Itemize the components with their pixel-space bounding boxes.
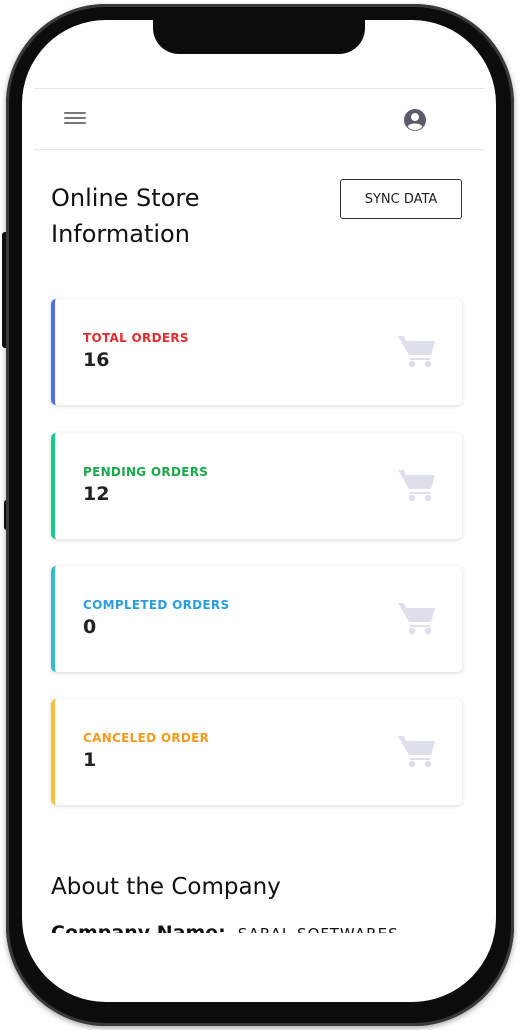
stat-card: CANCELED ORDER 1 [51,699,462,805]
account-circle-icon[interactable] [402,107,428,133]
sync-data-button[interactable]: SYNC DATA [340,179,462,219]
stat-card-label: PENDING ORDERS [83,465,209,479]
cart-icon [398,336,435,368]
cart-icon [398,603,435,635]
page-title: Online Store Information [51,184,200,248]
stat-card-value: 16 [83,349,110,371]
stat-card-label: TOTAL ORDERS [83,331,189,345]
stat-card-value: 1 [83,749,97,771]
cart-icon [398,736,435,768]
about-section-title: About the Company [51,874,281,900]
top-navbar [34,88,484,150]
stat-card-value: 12 [83,483,110,505]
cart-icon [398,470,435,502]
phone-notch [153,12,365,54]
company-name-value: SARAL SOFTWARES [238,925,399,933]
phone-mockup: Online Store Information SYNC DATA TOTAL… [0,0,520,1030]
hamburger-menu-icon[interactable] [64,112,86,128]
stat-card-value: 0 [83,616,97,638]
stat-card-label: COMPLETED ORDERS [83,598,230,612]
app-viewport: Online Store Information SYNC DATA TOTAL… [34,88,484,933]
stat-card-label: CANCELED ORDER [83,731,210,745]
stat-card: TOTAL ORDERS 16 [51,299,462,405]
company-name-key: Company Name: [51,922,226,933]
stat-card: PENDING ORDERS 12 [51,433,462,539]
stat-card: COMPLETED ORDERS 0 [51,566,462,672]
company-name-row: Company Name: SARAL SOFTWARES [51,922,399,933]
